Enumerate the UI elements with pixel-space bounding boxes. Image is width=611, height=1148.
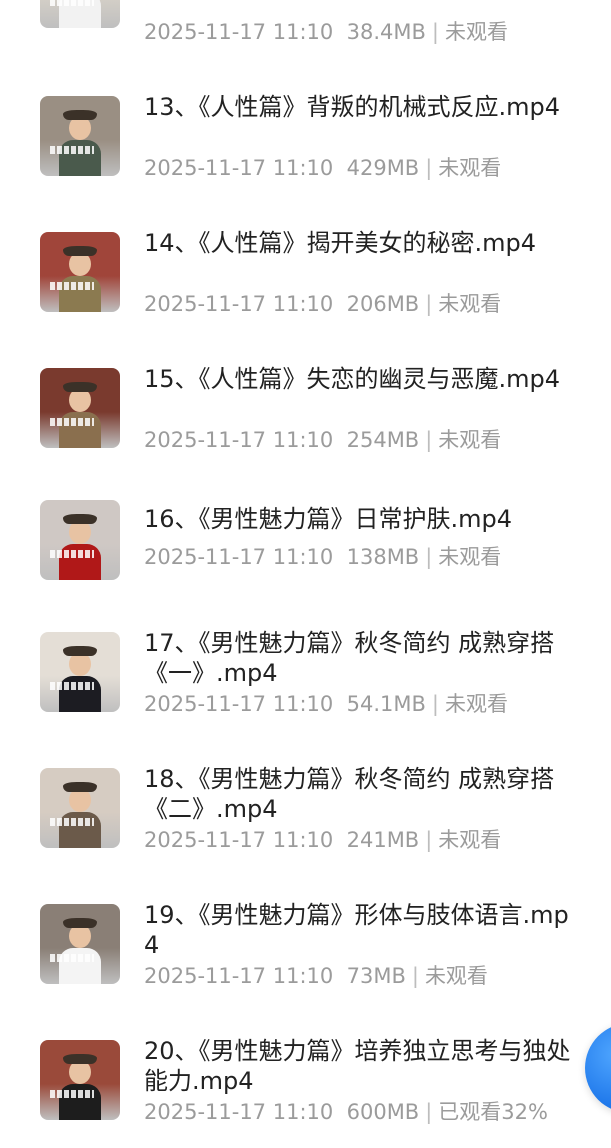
video-file-size: 600MB — [346, 1100, 420, 1124]
thumbnail-caption-overlay — [50, 0, 94, 6]
video-file-size: 54.1MB — [346, 692, 426, 716]
video-meta: 2025-11-17 11:10 254MB | 未观看 — [144, 426, 584, 454]
video-thumbnail — [40, 904, 120, 984]
meta-spacer — [333, 545, 346, 569]
video-meta: 2025-11-17 11:10 600MB | 已观看32% — [144, 1098, 584, 1126]
video-title: 13、《人性篇》背叛的机械式反应.mp4 — [144, 93, 561, 121]
watch-status: 未观看 — [438, 156, 502, 180]
thumbnail-caption-overlay — [50, 1090, 94, 1098]
video-date: 2025-11-17 11:10 — [144, 20, 334, 44]
thumbnail-person-hat — [63, 1054, 97, 1064]
meta-spacer — [333, 964, 346, 988]
video-thumbnail — [40, 0, 120, 28]
thumbnail-person-hat — [63, 246, 97, 256]
video-title: 20、《男性魅力篇》培养独立思考与独处能力.mp4 — [144, 1037, 571, 1095]
video-title: 16、《男性魅力篇》日常护肤.mp4 — [144, 505, 513, 533]
thumbnail-person-hat — [63, 110, 97, 120]
video-file-size: 138MB — [346, 545, 420, 569]
meta-divider: | — [425, 156, 433, 180]
watch-status: 未观看 — [438, 828, 502, 852]
video-file-size: 254MB — [346, 428, 420, 452]
thumbnail-caption-overlay — [50, 954, 94, 962]
video-thumbnail — [40, 768, 120, 848]
thumbnail-person-hat — [63, 782, 97, 792]
video-date: 2025-11-17 11:10 — [144, 692, 334, 716]
meta-spacer — [333, 292, 346, 316]
meta-divider: | — [425, 428, 433, 452]
meta-spacer — [333, 828, 346, 852]
video-meta: 2025-11-17 11:10 38.4MB | 未观看 — [144, 18, 584, 46]
video-file-size: 206MB — [346, 292, 420, 316]
thumbnail-person-hat — [63, 514, 97, 524]
video-thumbnail — [40, 232, 120, 312]
meta-divider: | — [425, 545, 433, 569]
video-thumbnail — [40, 96, 120, 176]
meta-spacer — [333, 20, 346, 44]
watch-status: 未观看 — [444, 692, 508, 716]
video-thumbnail — [40, 1040, 120, 1120]
meta-divider: | — [425, 292, 433, 316]
thumbnail-person-hat — [63, 646, 97, 656]
video-thumbnail — [40, 368, 120, 448]
thumbnail-caption-overlay — [50, 682, 94, 690]
video-title: 17、《男性魅力篇》秋冬简约 成熟穿搭《一》.mp4 — [144, 629, 555, 687]
watch-status: 未观看 — [438, 545, 502, 569]
video-date: 2025-11-17 11:10 — [144, 545, 334, 569]
video-meta: 2025-11-17 11:10 138MB | 未观看 — [144, 543, 584, 571]
video-title: 19、《男性魅力篇》形体与肢体语言.mp4 — [144, 901, 569, 959]
video-file-size: 429MB — [346, 156, 420, 180]
meta-spacer — [333, 428, 346, 452]
thumbnail-caption-overlay — [50, 282, 94, 290]
video-meta: 2025-11-17 11:10 206MB | 未观看 — [144, 290, 584, 318]
meta-divider: | — [425, 1100, 433, 1124]
video-file-size: 241MB — [346, 828, 420, 852]
video-date: 2025-11-17 11:10 — [144, 428, 334, 452]
meta-spacer — [333, 1100, 346, 1124]
video-date: 2025-11-17 11:10 — [144, 292, 334, 316]
video-title: 15、《人性篇》失恋的幽灵与恶魔.mp4 — [144, 365, 561, 393]
video-meta: 2025-11-17 11:10 73MB | 未观看 — [144, 962, 584, 990]
video-thumbnail — [40, 632, 120, 712]
meta-divider: | — [431, 692, 439, 716]
video-date: 2025-11-17 11:10 — [144, 828, 334, 852]
video-meta: 2025-11-17 11:10 54.1MB | 未观看 — [144, 690, 584, 718]
meta-spacer — [333, 692, 346, 716]
video-meta: 2025-11-17 11:10 241MB | 未观看 — [144, 826, 584, 854]
video-date: 2025-11-17 11:10 — [144, 156, 334, 180]
thumbnail-caption-overlay — [50, 818, 94, 826]
watch-status: 未观看 — [438, 428, 502, 452]
thumbnail-caption-overlay — [50, 550, 94, 558]
watch-status: 未观看 — [424, 964, 488, 988]
meta-divider: | — [431, 20, 439, 44]
video-date: 2025-11-17 11:10 — [144, 1100, 334, 1124]
video-file-size: 73MB — [346, 964, 406, 988]
thumbnail-person-hat — [63, 382, 97, 392]
file-list-screen: 2025-11-17 11:10 38.4MB | 未观看 13、《人性篇》背叛的机械… — [0, 0, 611, 1148]
watch-status: 已观看32% — [438, 1100, 548, 1124]
floating-action-button[interactable] — [585, 1023, 611, 1113]
video-title: 14、《人性篇》揭开美女的秘密.mp4 — [144, 229, 537, 257]
meta-divider: | — [411, 964, 419, 988]
meta-spacer — [333, 156, 346, 180]
video-date: 2025-11-17 11:10 — [144, 964, 334, 988]
video-file-size: 38.4MB — [346, 20, 426, 44]
thumbnail-caption-overlay — [50, 146, 94, 154]
watch-status: 未观看 — [438, 292, 502, 316]
thumbnail-caption-overlay — [50, 418, 94, 426]
thumbnail-person-hat — [63, 918, 97, 928]
video-thumbnail — [40, 500, 120, 580]
video-meta: 2025-11-17 11:10 429MB | 未观看 — [144, 154, 584, 182]
video-title: 18、《男性魅力篇》秋冬简约 成熟穿搭《二》.mp4 — [144, 765, 555, 823]
watch-status: 未观看 — [444, 20, 508, 44]
meta-divider: | — [425, 828, 433, 852]
